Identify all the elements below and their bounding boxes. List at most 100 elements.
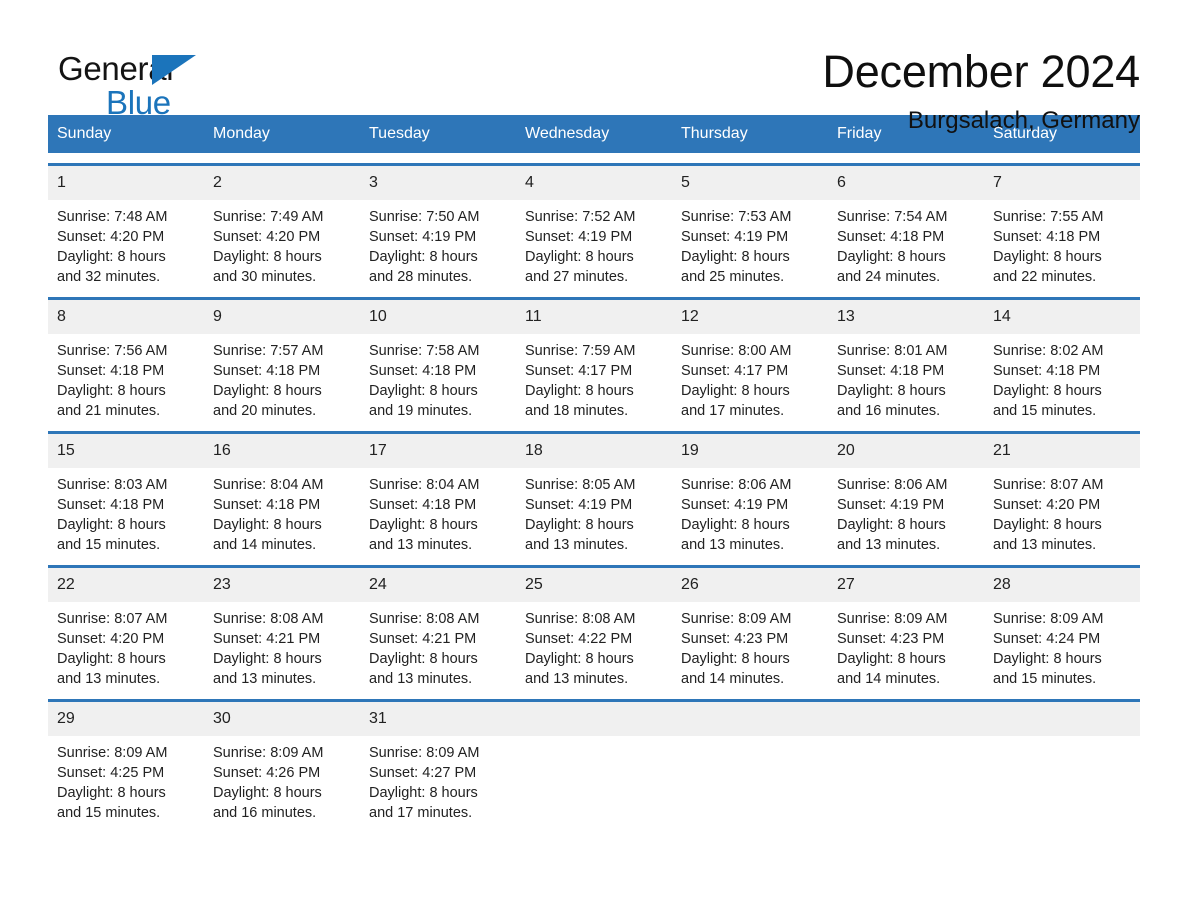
day-cell[interactable]: 6 Sunrise: 7:54 AM Sunset: 4:18 PM Dayli…: [828, 166, 984, 287]
daylight-text-line2: and 13 minutes.: [57, 671, 161, 687]
daylight-text-line2: and 30 minutes.: [213, 269, 317, 285]
daylight-text-line2: and 27 minutes.: [525, 269, 629, 285]
day-cell[interactable]: 2 Sunrise: 7:49 AM Sunset: 4:20 PM Dayli…: [204, 166, 360, 287]
week-row: 15 Sunrise: 8:03 AM Sunset: 4:18 PM Dayl…: [48, 431, 1140, 555]
day-cell[interactable]: 8 Sunrise: 7:56 AM Sunset: 4:18 PM Dayli…: [48, 300, 204, 421]
daylight-text-line1: Daylight: 8 hours: [681, 651, 790, 667]
day-number: 18: [516, 434, 672, 468]
day-number: 5: [672, 166, 828, 200]
day-cell[interactable]: 11 Sunrise: 7:59 AM Sunset: 4:17 PM Dayl…: [516, 300, 672, 421]
sunset-text: Sunset: 4:18 PM: [837, 229, 945, 245]
day-cell[interactable]: 12 Sunrise: 8:00 AM Sunset: 4:17 PM Dayl…: [672, 300, 828, 421]
day-cell[interactable]: 15 Sunrise: 8:03 AM Sunset: 4:18 PM Dayl…: [48, 434, 204, 555]
day-number: 26: [672, 568, 828, 602]
sunset-text: Sunset: 4:19 PM: [369, 229, 477, 245]
day-cell[interactable]: 16 Sunrise: 8:04 AM Sunset: 4:18 PM Dayl…: [204, 434, 360, 555]
day-details: Sunrise: 7:52 AM Sunset: 4:19 PM Dayligh…: [516, 200, 672, 287]
day-details: Sunrise: 8:08 AM Sunset: 4:21 PM Dayligh…: [204, 602, 360, 689]
day-number: 10: [360, 300, 516, 334]
daylight-text-line2: and 16 minutes.: [837, 403, 941, 419]
sunrise-text: Sunrise: 7:59 AM: [525, 343, 636, 359]
day-details: [516, 736, 672, 743]
day-number: 15: [48, 434, 204, 468]
day-cell[interactable]: 19 Sunrise: 8:06 AM Sunset: 4:19 PM Dayl…: [672, 434, 828, 555]
sunset-text: Sunset: 4:20 PM: [57, 229, 165, 245]
sunset-text: Sunset: 4:19 PM: [681, 229, 789, 245]
sunrise-text: Sunrise: 8:06 AM: [837, 477, 948, 493]
calendar-grid: Sunday Monday Tuesday Wednesday Thursday…: [48, 115, 1140, 823]
day-cell[interactable]: 14 Sunrise: 8:02 AM Sunset: 4:18 PM Dayl…: [984, 300, 1140, 421]
day-cell[interactable]: 18 Sunrise: 8:05 AM Sunset: 4:19 PM Dayl…: [516, 434, 672, 555]
day-number: 3: [360, 166, 516, 200]
day-details: Sunrise: 8:00 AM Sunset: 4:17 PM Dayligh…: [672, 334, 828, 421]
week-row: 22 Sunrise: 8:07 AM Sunset: 4:20 PM Dayl…: [48, 565, 1140, 689]
logo-text-blue: Blue: [106, 84, 171, 121]
day-cell[interactable]: 25 Sunrise: 8:08 AM Sunset: 4:22 PM Dayl…: [516, 568, 672, 689]
generalblue-logo[interactable]: General Blue: [48, 44, 208, 120]
daylight-text-line2: and 15 minutes.: [57, 537, 161, 553]
sunrise-text: Sunrise: 8:03 AM: [57, 477, 168, 493]
sunrise-text: Sunrise: 7:53 AM: [681, 209, 792, 225]
sunrise-text: Sunrise: 8:05 AM: [525, 477, 636, 493]
sunrise-text: Sunrise: 8:02 AM: [993, 343, 1104, 359]
day-number: 31: [360, 702, 516, 736]
daylight-text-line2: and 13 minutes.: [525, 537, 629, 553]
weekday-header-monday: Monday: [213, 125, 270, 142]
day-cell[interactable]: 9 Sunrise: 7:57 AM Sunset: 4:18 PM Dayli…: [204, 300, 360, 421]
day-cell[interactable]: 27 Sunrise: 8:09 AM Sunset: 4:23 PM Dayl…: [828, 568, 984, 689]
day-cell[interactable]: 10 Sunrise: 7:58 AM Sunset: 4:18 PM Dayl…: [360, 300, 516, 421]
sunrise-text: Sunrise: 8:04 AM: [369, 477, 480, 493]
sunset-text: Sunset: 4:18 PM: [213, 497, 321, 513]
day-cell[interactable]: 1 Sunrise: 7:48 AM Sunset: 4:20 PM Dayli…: [48, 166, 204, 287]
sunset-text: Sunset: 4:23 PM: [837, 631, 945, 647]
day-cell[interactable]: 23 Sunrise: 8:08 AM Sunset: 4:21 PM Dayl…: [204, 568, 360, 689]
daylight-text-line1: Daylight: 8 hours: [57, 785, 166, 801]
day-details: Sunrise: 8:07 AM Sunset: 4:20 PM Dayligh…: [984, 468, 1140, 555]
day-details: Sunrise: 7:57 AM Sunset: 4:18 PM Dayligh…: [204, 334, 360, 421]
sunrise-text: Sunrise: 8:08 AM: [213, 611, 324, 627]
sunset-text: Sunset: 4:25 PM: [57, 765, 165, 781]
sunrise-text: Sunrise: 8:01 AM: [837, 343, 948, 359]
daylight-text-line1: Daylight: 8 hours: [993, 249, 1102, 265]
day-cell[interactable]: 31 Sunrise: 8:09 AM Sunset: 4:27 PM Dayl…: [360, 702, 516, 823]
sunrise-text: Sunrise: 8:07 AM: [57, 611, 168, 627]
daylight-text-line2: and 16 minutes.: [213, 805, 317, 821]
day-cell[interactable]: 4 Sunrise: 7:52 AM Sunset: 4:19 PM Dayli…: [516, 166, 672, 287]
day-cell[interactable]: 24 Sunrise: 8:08 AM Sunset: 4:21 PM Dayl…: [360, 568, 516, 689]
day-cell[interactable]: 5 Sunrise: 7:53 AM Sunset: 4:19 PM Dayli…: [672, 166, 828, 287]
day-cell[interactable]: 29 Sunrise: 8:09 AM Sunset: 4:25 PM Dayl…: [48, 702, 204, 823]
day-cell-empty: [984, 702, 1140, 823]
sunset-text: Sunset: 4:20 PM: [993, 497, 1101, 513]
sunset-text: Sunset: 4:19 PM: [681, 497, 789, 513]
day-cell[interactable]: 28 Sunrise: 8:09 AM Sunset: 4:24 PM Dayl…: [984, 568, 1140, 689]
day-cell[interactable]: 30 Sunrise: 8:09 AM Sunset: 4:26 PM Dayl…: [204, 702, 360, 823]
day-cell[interactable]: 21 Sunrise: 8:07 AM Sunset: 4:20 PM Dayl…: [984, 434, 1140, 555]
day-number: 7: [984, 166, 1140, 200]
sunrise-text: Sunrise: 8:08 AM: [525, 611, 636, 627]
day-cell[interactable]: 20 Sunrise: 8:06 AM Sunset: 4:19 PM Dayl…: [828, 434, 984, 555]
weekday-header-thursday: Thursday: [681, 125, 748, 142]
sunrise-text: Sunrise: 8:09 AM: [57, 745, 168, 761]
sunrise-text: Sunrise: 7:56 AM: [57, 343, 168, 359]
day-cell[interactable]: 3 Sunrise: 7:50 AM Sunset: 4:19 PM Dayli…: [360, 166, 516, 287]
day-number: 22: [48, 568, 204, 602]
day-number: [828, 702, 984, 736]
day-cell[interactable]: 7 Sunrise: 7:55 AM Sunset: 4:18 PM Dayli…: [984, 166, 1140, 287]
week-row: 29 Sunrise: 8:09 AM Sunset: 4:25 PM Dayl…: [48, 699, 1140, 823]
day-cell[interactable]: 13 Sunrise: 8:01 AM Sunset: 4:18 PM Dayl…: [828, 300, 984, 421]
weekday-header-wednesday: Wednesday: [525, 125, 610, 142]
day-number: 8: [48, 300, 204, 334]
day-cell[interactable]: 22 Sunrise: 8:07 AM Sunset: 4:20 PM Dayl…: [48, 568, 204, 689]
daylight-text-line1: Daylight: 8 hours: [993, 651, 1102, 667]
sunset-text: Sunset: 4:21 PM: [369, 631, 477, 647]
sunset-text: Sunset: 4:23 PM: [681, 631, 789, 647]
day-number: 17: [360, 434, 516, 468]
day-number: [672, 702, 828, 736]
day-cell[interactable]: 26 Sunrise: 8:09 AM Sunset: 4:23 PM Dayl…: [672, 568, 828, 689]
daylight-text-line2: and 25 minutes.: [681, 269, 785, 285]
day-number: 21: [984, 434, 1140, 468]
daylight-text-line1: Daylight: 8 hours: [993, 383, 1102, 399]
daylight-text-line1: Daylight: 8 hours: [525, 517, 634, 533]
day-cell[interactable]: 17 Sunrise: 8:04 AM Sunset: 4:18 PM Dayl…: [360, 434, 516, 555]
day-details: Sunrise: 8:03 AM Sunset: 4:18 PM Dayligh…: [48, 468, 204, 555]
